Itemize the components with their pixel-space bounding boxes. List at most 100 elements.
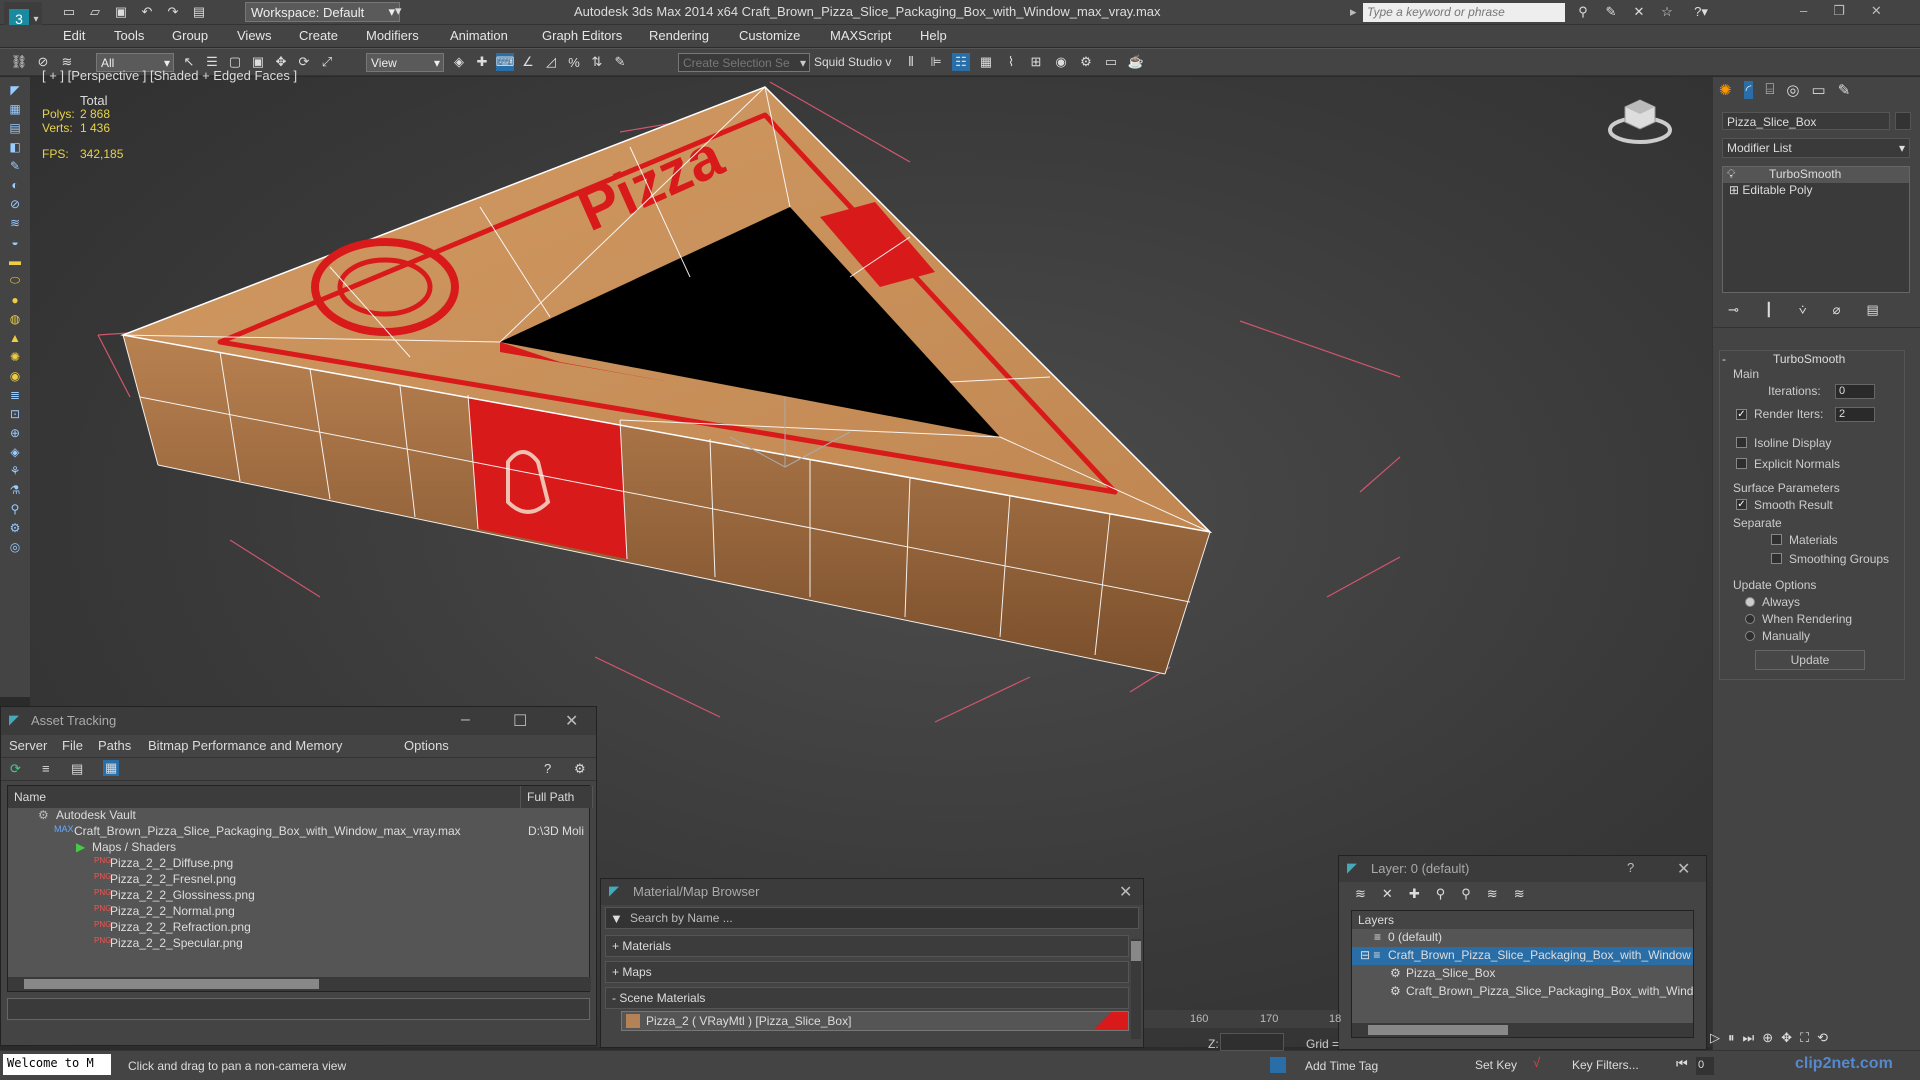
menu-file[interactable]: File xyxy=(62,738,83,753)
workspace-menu-arrow-icon[interactable]: ▾ xyxy=(395,3,402,19)
asset-tracking-titlebar[interactable]: ◤ Asset Tracking – ☐ ✕ xyxy=(1,707,596,735)
rendered-frame-icon[interactable]: ▭ xyxy=(1102,53,1120,71)
modifier-list-dropdown[interactable]: Modifier List ▾ xyxy=(1722,138,1910,158)
percent-snap-icon[interactable]: % xyxy=(565,53,583,71)
menu-group[interactable]: Group xyxy=(172,28,208,43)
horizontal-scrollbar[interactable] xyxy=(8,977,591,991)
rotate-icon[interactable]: ⟳ xyxy=(295,53,313,71)
timeline-ruler[interactable]: 160 170 18 xyxy=(1144,1010,1341,1028)
motion-tab-icon[interactable]: ◎ xyxy=(1786,81,1799,99)
strip-tool-6-icon[interactable]: ◐ xyxy=(11,178,18,192)
thumbnail-view-icon[interactable]: ▤ xyxy=(71,761,83,777)
workspace-dropdown[interactable]: Workspace: Default ▾ xyxy=(245,2,400,22)
strip-tool-3-icon[interactable]: ▤ xyxy=(9,121,20,135)
manually-radio[interactable] xyxy=(1745,631,1755,641)
strip-tool-17-icon[interactable]: ≣ xyxy=(10,388,20,402)
edit-named-selection-icon[interactable]: ✎ xyxy=(611,53,629,71)
col-name-header[interactable]: Name xyxy=(8,786,521,808)
strip-tool-13-icon[interactable]: ◍ xyxy=(10,312,20,326)
play-icon[interactable]: ▷ xyxy=(1710,1030,1720,1046)
menu-tools[interactable]: Tools xyxy=(114,28,144,43)
list-view-icon[interactable]: ≡ xyxy=(42,761,50,776)
strip-tool-19-icon[interactable]: ⊕ xyxy=(10,426,20,440)
table-view-icon[interactable]: ▦ xyxy=(103,760,120,776)
hide-all-layers-icon[interactable]: ≋ xyxy=(1487,886,1498,904)
materials-section[interactable]: + Materials xyxy=(605,935,1129,957)
freeze-all-layers-icon[interactable]: ≋ xyxy=(1514,886,1525,904)
layer-row[interactable]: ≡ 0 (default) xyxy=(1352,929,1693,947)
strip-tool-18-icon[interactable]: ⊡ xyxy=(10,407,20,421)
layer-row[interactable]: ⚙ Craft_Brown_Pizza_Slice_Packaging_Box_w… xyxy=(1352,983,1693,1001)
project-folder-icon[interactable]: ▤ xyxy=(190,3,208,21)
tree-row[interactable]: ▶ Maps / Shaders xyxy=(8,840,593,856)
pin-stack-icon[interactable]: ⊸ xyxy=(1728,302,1739,318)
close-icon[interactable]: ✕ xyxy=(1119,882,1132,902)
time-config-icon[interactable]: ⏮ xyxy=(1676,1056,1688,1072)
when-rendering-radio[interactable] xyxy=(1745,614,1755,624)
curve-editor-icon[interactable]: ⌇ xyxy=(1002,53,1020,71)
spinner-snap-icon[interactable]: ⇅ xyxy=(588,53,606,71)
tree-row[interactable]: PNG Pizza_2_2_Specular.png xyxy=(8,936,593,952)
graphite-tools-icon[interactable]: ▦ xyxy=(977,53,995,71)
utilities-tab-icon[interactable]: ✎ xyxy=(1838,81,1851,99)
delete-layer-icon[interactable]: ✕ xyxy=(1382,886,1393,904)
help-icon[interactable]: ?▾ xyxy=(1686,3,1716,21)
schematic-view-icon[interactable]: ⊞ xyxy=(1027,53,1045,71)
strip-tool-5-icon[interactable]: ✎ xyxy=(10,159,20,173)
menu-customize[interactable]: Customize xyxy=(739,28,800,43)
render-iters-checkbox[interactable]: ✓ xyxy=(1736,409,1747,420)
smoothing-groups-checkbox[interactable] xyxy=(1771,553,1782,564)
strip-tool-4-icon[interactable]: ◧ xyxy=(9,140,20,154)
viewport-label[interactable]: [ + ] [Perspective ] [Shaded + Edged Fac… xyxy=(42,68,297,83)
keyboard-shortcut-icon[interactable]: ⌨ xyxy=(496,53,514,71)
link-icon[interactable]: ⛓ xyxy=(10,53,28,71)
menu-bitmap-performance[interactable]: Bitmap Performance and Memory xyxy=(148,738,342,753)
current-frame-field[interactable]: 0 xyxy=(1696,1057,1714,1075)
strip-tool-2-icon[interactable]: ▦ xyxy=(9,102,20,116)
expand-plus-icon[interactable]: ⊞ xyxy=(1729,183,1739,197)
create-layer-icon[interactable]: ≋ xyxy=(1355,886,1366,904)
configure-modifier-sets-icon[interactable]: ▤ xyxy=(1866,302,1878,318)
asset-path-field[interactable] xyxy=(7,998,590,1020)
pivot-center-icon[interactable]: ◈ xyxy=(450,53,468,71)
tree-row[interactable]: PNG Pizza_2_2_Normal.png xyxy=(8,904,593,920)
vertical-scrollbar[interactable] xyxy=(1131,939,1141,1039)
strip-tool-22-icon[interactable]: ⚗ xyxy=(10,483,21,497)
snaps-toggle-icon[interactable]: ∠ xyxy=(519,53,537,71)
strip-tool-16-icon[interactable]: ◉ xyxy=(10,369,20,383)
settings-icon[interactable]: ⚙ xyxy=(574,761,586,777)
strip-tool-8-icon[interactable]: ≋ xyxy=(10,216,20,230)
make-unique-icon[interactable]: ⩒ xyxy=(1799,302,1807,318)
squid-studio-label[interactable]: Squid Studio v xyxy=(814,55,891,69)
strip-tool-20-icon[interactable]: ◈ xyxy=(10,445,19,459)
add-to-layer-icon[interactable]: ✚ xyxy=(1409,886,1420,904)
strip-tool-24-icon[interactable]: ⚙ xyxy=(10,521,21,535)
binoculars-icon[interactable]: ⚲ xyxy=(1574,3,1592,21)
tree-row[interactable]: PNG Pizza_2_2_Glossiness.png xyxy=(8,888,593,904)
next-key-icon[interactable]: ⏭ xyxy=(1743,1030,1755,1046)
layer-row[interactable]: ⊟ ≡ Craft_Brown_Pizza_Slice_Packaging_Box… xyxy=(1352,947,1693,965)
render-teapot-icon[interactable]: ☕ xyxy=(1127,53,1145,71)
key-mode-icon[interactable]: √ xyxy=(1533,1055,1540,1070)
reference-coordinate-dropdown[interactable]: View ▾ xyxy=(366,53,444,72)
strip-tool-10-icon[interactable]: ▬ xyxy=(9,254,21,268)
scene-materials-section[interactable]: - Scene Materials xyxy=(605,987,1129,1009)
select-manipulate-icon[interactable]: ✚ xyxy=(473,53,491,71)
remove-modifier-icon[interactable]: ⌀ xyxy=(1833,302,1841,318)
key-filters-button[interactable]: Key Filters... xyxy=(1572,1058,1639,1072)
strip-tool-25-icon[interactable]: ◎ xyxy=(10,540,20,554)
display-tab-icon[interactable]: ▭ xyxy=(1812,81,1826,99)
scene-material-item[interactable]: Pizza_2 ( VRayMtl ) [Pizza_Slice_Box] xyxy=(621,1011,1129,1031)
new-file-icon[interactable]: ▭ xyxy=(60,3,78,21)
strip-tool-9-icon[interactable]: ◒ xyxy=(11,235,18,249)
menu-options[interactable]: Options xyxy=(404,738,449,753)
iterations-spinner[interactable]: 0 xyxy=(1835,384,1875,399)
strip-tool-14-icon[interactable]: ▲ xyxy=(9,331,21,345)
menu-graph-editors[interactable]: Graph Editors xyxy=(542,28,622,43)
highlight-layer-icon[interactable]: ⚲ xyxy=(1461,886,1471,904)
orbit-icon[interactable]: ⟲ xyxy=(1817,1030,1828,1046)
maximize-icon[interactable]: ☐ xyxy=(513,711,527,731)
turbosmooth-title[interactable]: TurboSmooth xyxy=(1773,352,1845,366)
render-setup-icon[interactable]: ⚙ xyxy=(1077,53,1095,71)
save-icon[interactable]: ▣ xyxy=(112,3,130,21)
